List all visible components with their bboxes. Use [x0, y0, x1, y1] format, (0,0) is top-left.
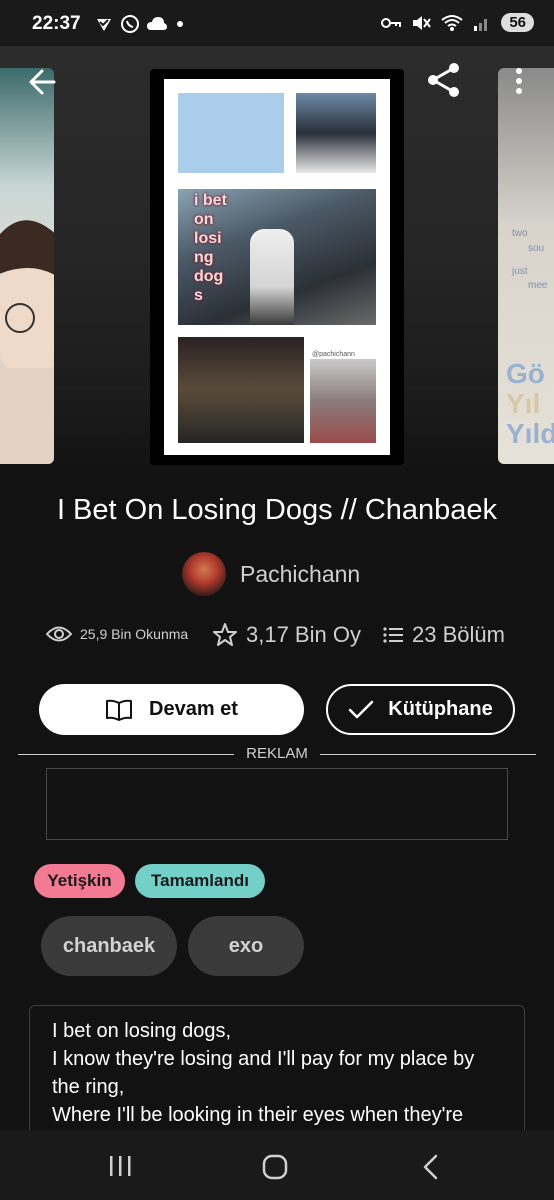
reads-stat: 25,9 Bin Okunma	[46, 624, 188, 644]
author-link[interactable]: Pachichann	[182, 552, 360, 596]
next-cover-small-text: sou	[528, 243, 545, 254]
votes-stat: 3,17 Bin Oy	[212, 622, 361, 648]
next-cover-small-text: just	[512, 266, 528, 277]
description-line: the ring,	[52, 1076, 125, 1098]
continue-label: Devam et	[149, 698, 238, 720]
next-cover-title-2: Yıl	[506, 388, 541, 419]
story-description[interactable]: I bet on losing dogs, I know they're los…	[29, 1005, 525, 1147]
mature-badge: Yetişkin	[34, 864, 125, 898]
avatar	[182, 552, 226, 596]
next-cover-title-1: Gö	[506, 358, 545, 389]
system-icons: 56	[381, 13, 534, 32]
completed-badge: Tamamlandı	[135, 864, 265, 898]
wifi-icon	[441, 14, 463, 31]
tag-exo[interactable]: exo	[188, 916, 304, 976]
verified-icon	[97, 19, 111, 31]
next-cover-small-text: mee	[528, 280, 548, 291]
arrow-left-icon	[29, 69, 56, 95]
whatsapp-icon	[121, 15, 139, 33]
home-icon	[262, 1154, 288, 1180]
notification-icons	[94, 14, 186, 34]
system-back-button[interactable]	[418, 1152, 444, 1182]
cover-panel-building	[310, 359, 376, 443]
tag-chanbaek[interactable]: chanbaek	[41, 916, 177, 976]
parts-count: 23 Bölüm	[412, 622, 505, 647]
list-icon	[383, 627, 403, 643]
cover-title-line: ng	[194, 249, 214, 266]
dot-icon	[177, 21, 183, 27]
back-button[interactable]	[24, 64, 60, 100]
status-time: 22:37	[32, 13, 81, 34]
cover-panel-running	[178, 337, 304, 443]
votes-count: 3,17 Bin Oy	[246, 622, 361, 647]
ad-slot[interactable]	[46, 768, 508, 840]
cover-panel-figure	[250, 229, 294, 325]
star-icon	[213, 623, 237, 646]
next-cover-small-text: two	[512, 228, 528, 239]
back-chevron-icon	[423, 1154, 438, 1180]
more-options-button[interactable]	[508, 66, 530, 98]
description-line: Where I'll be looking in their eyes when…	[52, 1104, 464, 1126]
story-stats: 25,9 Bin Okunma 3,17 Bin Oy 23 Bölüm	[46, 622, 526, 654]
more-vertical-icon	[516, 68, 522, 94]
previous-story-cover[interactable]	[0, 68, 54, 464]
mute-icon	[413, 15, 432, 30]
cover-title-text: i bet on losi ng dog s	[194, 191, 227, 305]
description-line: I bet on losing dogs,	[52, 1020, 232, 1042]
share-button[interactable]	[424, 60, 464, 100]
story-cover[interactable]: @pachichann i bet on losi ng dog s	[150, 69, 404, 465]
battery-indicator: 56	[501, 13, 534, 32]
description-line: I know they're losing and I'll pay for m…	[52, 1048, 475, 1070]
book-icon	[106, 699, 133, 721]
next-cover-title-3: Yıld	[506, 418, 554, 449]
recent-apps-button[interactable]	[104, 1152, 136, 1180]
eye-icon	[46, 626, 72, 642]
author-name: Pachichann	[240, 560, 361, 587]
continue-reading-button[interactable]: Devam et	[39, 684, 304, 735]
key-icon	[381, 17, 402, 28]
check-icon	[349, 700, 374, 718]
next-story-cover[interactable]: two sou just mee Gö Yıl Yıld	[498, 68, 554, 464]
cover-title-line: s	[194, 287, 203, 304]
ad-label: REKLAM	[246, 745, 308, 762]
cover-title-line: on	[194, 211, 214, 228]
signal-icon	[474, 18, 488, 31]
cover-title-line: i bet	[194, 192, 227, 209]
cover-title-line: losi	[194, 230, 222, 247]
reads-count: 25,9 Bin Okunma	[80, 626, 189, 642]
recent-apps-icon	[110, 1156, 131, 1176]
cover-panel-portrait	[296, 93, 376, 173]
library-button[interactable]: Kütüphane	[326, 684, 515, 735]
cloud-icon	[147, 17, 167, 30]
system-nav-bar	[0, 1130, 554, 1200]
status-bar: 22:37 56	[0, 0, 554, 46]
previous-cover-art	[0, 220, 54, 464]
home-button[interactable]	[260, 1152, 290, 1182]
library-label: Kütüphane	[388, 698, 493, 720]
cover-title-line: dog	[194, 268, 224, 285]
parts-stat: 23 Bölüm	[382, 622, 505, 648]
cover-watermark: @pachichann	[312, 351, 355, 358]
share-icon	[428, 63, 459, 97]
cover-panel-sky	[178, 93, 284, 173]
story-title: I Bet On Losing Dogs // Chanbaek	[56, 494, 498, 526]
